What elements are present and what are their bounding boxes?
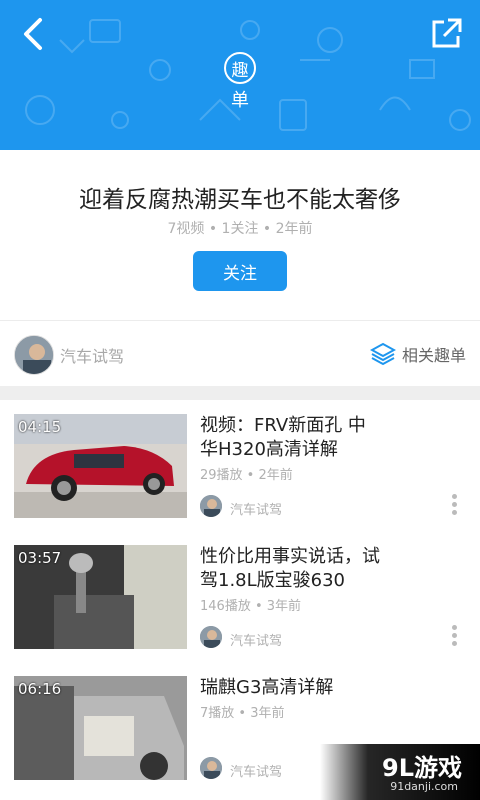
share-button[interactable] [426, 14, 466, 54]
section-divider [0, 386, 480, 400]
avatar-image [15, 336, 53, 374]
avatar[interactable] [14, 335, 54, 375]
topic-badge: 趣 [224, 52, 256, 84]
avatar-image [200, 757, 222, 779]
video-meta: 7播放 • 3年前 [200, 706, 285, 721]
video-author[interactable]: 汽车试驾 [230, 630, 282, 649]
video-title[interactable]: 性价比用事实说话，试 驾1.8L版宝骏630 [200, 545, 460, 593]
header-banner: 趣 单 [0, 0, 480, 150]
video-duration: 04:15 [18, 418, 62, 436]
topic-info: 迎着反腐热潮买车也不能太奢侈 7视频 • 1关注 • 2年前 关注 [0, 150, 480, 320]
video-title-line1: 性价比用事实说话，试 [200, 546, 380, 567]
topic-meta: 7视频 • 1关注 • 2年前 [167, 221, 313, 237]
chevron-left-icon [24, 18, 42, 50]
video-duration: 06:16 [18, 680, 62, 698]
external-link-icon [432, 18, 462, 48]
back-button[interactable] [14, 14, 54, 54]
avatar[interactable] [200, 757, 222, 779]
more-options-icon[interactable] [452, 625, 458, 649]
topic-title: 迎着反腐热潮买车也不能太奢侈 [79, 187, 401, 213]
list-item[interactable]: 04:15 视频：FRV新面孔 中 华H320高清详解 29播放 • 2年前 汽… [0, 400, 480, 533]
layers-icon [369, 342, 396, 366]
avatar[interactable] [200, 495, 222, 517]
avatar-image [200, 626, 222, 648]
list-item[interactable]: 03:57 性价比用事实说话，试 驾1.8L版宝骏630 146播放 • 3年前… [0, 531, 480, 664]
video-duration: 03:57 [18, 549, 62, 567]
site-watermark: 9L游戏 91danji.com [320, 744, 480, 800]
video-title-line1: 视频：FRV新面孔 中 [200, 415, 366, 436]
video-author[interactable]: 汽车试驾 [230, 761, 282, 780]
avatar-image [200, 495, 222, 517]
video-thumbnail[interactable]: 03:57 [14, 545, 187, 649]
video-title-line2: 华H320高清详解 [200, 439, 338, 460]
video-thumbnail[interactable]: 06:16 [14, 676, 187, 780]
author-bar: 汽车试驾 相关趣单 [0, 320, 480, 387]
topic-badge-sub: 单 [231, 90, 249, 111]
avatar[interactable] [200, 626, 222, 648]
video-title-line1: 瑞麒G3高清详解 [200, 677, 334, 698]
related-lists-button[interactable]: 相关趣单 [369, 341, 466, 367]
video-title[interactable]: 瑞麒G3高清详解 [200, 676, 460, 700]
video-meta: 146播放 • 3年前 [200, 599, 302, 614]
video-author[interactable]: 汽车试驾 [230, 499, 282, 518]
more-options-icon[interactable] [452, 494, 458, 518]
related-lists-label: 相关趣单 [401, 346, 466, 365]
watermark-url: 91danji.com [390, 780, 458, 793]
video-title-line2: 驾1.8L版宝骏630 [200, 570, 346, 591]
follow-button[interactable]: 关注 [193, 251, 287, 291]
author-name[interactable]: 汽车试驾 [60, 343, 124, 367]
video-thumbnail[interactable]: 04:15 [14, 414, 187, 518]
watermark-logo: 9L游戏 [382, 754, 462, 782]
video-title[interactable]: 视频：FRV新面孔 中 华H320高清详解 [200, 414, 460, 462]
video-meta: 29播放 • 2年前 [200, 468, 293, 483]
